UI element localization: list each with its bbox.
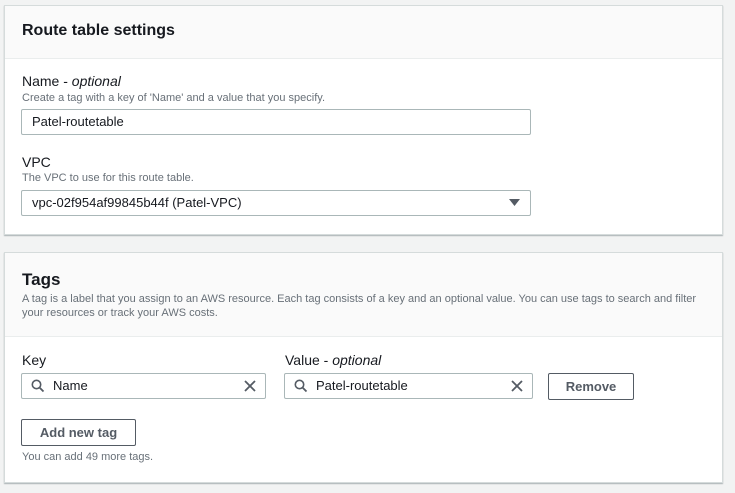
remaining-tags-note: You can add 49 more tags.: [22, 451, 154, 463]
name-optional-text: optional: [71, 73, 121, 89]
route-table-settings-panel: Route table settings Name - optional Cre…: [4, 5, 723, 235]
name-field-label: Name - optional: [22, 73, 121, 89]
route-table-settings-header: Route table settings: [5, 6, 722, 59]
name-label-text: Name -: [22, 73, 72, 89]
search-icon: [31, 379, 45, 393]
tags-header: Tags A tag is a label that you assign to…: [5, 253, 722, 337]
vpc-field-description: The VPC to use for this route table.: [22, 172, 194, 184]
search-icon: [294, 379, 308, 393]
close-icon[interactable]: [244, 380, 256, 392]
caret-down-icon: [509, 199, 520, 206]
tag-key-value: Name: [53, 378, 88, 393]
value-column-label: Value - optional: [285, 352, 381, 368]
value-optional-text: optional: [332, 352, 382, 368]
tags-panel: Tags A tag is a label that you assign to…: [4, 252, 723, 483]
vpc-select[interactable]: vpc-02f954af99845b44f (Patel-VPC): [21, 190, 531, 216]
add-new-tag-button[interactable]: Add new tag: [21, 419, 136, 446]
tags-title: Tags: [22, 270, 61, 289]
remove-tag-button[interactable]: Remove: [548, 373, 634, 400]
name-field-description: Create a tag with a key of 'Name' and a …: [22, 92, 325, 104]
name-input-value: Patel-routetable: [32, 114, 124, 129]
tag-value-input[interactable]: Patel-routetable: [284, 373, 533, 399]
name-input[interactable]: Patel-routetable: [21, 109, 531, 135]
tag-value-value: Patel-routetable: [316, 378, 408, 393]
value-label-text: Value -: [285, 352, 333, 368]
close-icon[interactable]: [511, 380, 523, 392]
vpc-field-label: VPC: [22, 154, 51, 170]
vpc-select-value: vpc-02f954af99845b44f (Patel-VPC): [32, 195, 242, 210]
route-table-settings-title: Route table settings: [22, 22, 175, 39]
key-column-label: Key: [22, 352, 47, 368]
tag-key-input[interactable]: Name: [21, 373, 266, 399]
tags-description: A tag is a label that you assign to an A…: [22, 293, 697, 319]
